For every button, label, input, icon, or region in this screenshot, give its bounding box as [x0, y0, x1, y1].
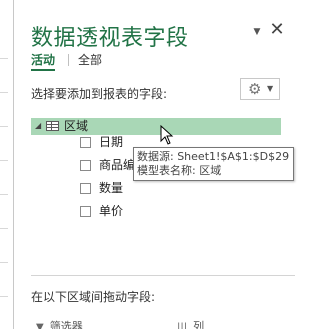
caret-down-icon[interactable]: ▼	[251, 27, 263, 37]
tab-active[interactable]: 活动	[31, 51, 55, 71]
collapse-icon[interactable]: ◢	[35, 121, 41, 131]
table-row[interactable]: ◢ 区域	[31, 118, 281, 135]
row-gridline	[0, 58, 8, 59]
tab-all[interactable]: 全部	[78, 51, 102, 69]
table-icon	[46, 121, 59, 131]
close-icon[interactable]: ✕	[269, 21, 285, 39]
field-label: 日期	[99, 135, 124, 149]
field-prompt: 选择要添加到报表的字段:	[31, 87, 168, 101]
columns-area-header[interactable]: ||| 列	[177, 318, 204, 329]
field-label: 数量	[99, 181, 124, 195]
pane-divider	[31, 275, 295, 276]
row-gridline	[0, 262, 8, 263]
row-gridline	[0, 194, 8, 195]
filters-area-header[interactable]: ▼ 筛选器	[36, 318, 83, 329]
area-label: 列	[193, 320, 205, 329]
tooltip-model-table: 模型表名称: 区域	[137, 164, 222, 177]
area-label: 筛选器	[49, 320, 83, 329]
tools-button[interactable]: ⚙ ▼	[240, 78, 280, 100]
row-gridline	[0, 296, 8, 297]
caret-down-icon: ▼	[267, 84, 274, 93]
sheet-edge	[0, 0, 14, 329]
tab-separator	[68, 54, 69, 66]
row-gridline	[0, 126, 8, 127]
table-name: 区域	[64, 119, 89, 133]
row-gridline	[0, 160, 8, 161]
mouse-cursor-icon	[160, 125, 174, 145]
pane-title: 数据透视表字段	[31, 26, 189, 51]
columns-icon: |||	[177, 322, 188, 329]
row-gridline	[0, 92, 8, 93]
field-checkbox[interactable]	[80, 160, 91, 171]
field-checkbox[interactable]	[80, 183, 91, 194]
field-tooltip: 数据源: Sheet1!$A$1:$D$29 模型表名称: 区域	[133, 147, 294, 181]
gear-icon: ⚙	[248, 80, 262, 98]
areas-prompt: 在以下区域间拖动字段:	[31, 290, 156, 304]
field-label: 单价	[99, 204, 124, 218]
field-checkbox[interactable]	[80, 137, 91, 148]
tooltip-source: 数据源: Sheet1!$A$1:$D$29	[137, 150, 290, 163]
field-checkbox[interactable]	[80, 206, 91, 217]
filter-icon: ▼	[36, 322, 44, 329]
row-gridline	[0, 228, 8, 229]
